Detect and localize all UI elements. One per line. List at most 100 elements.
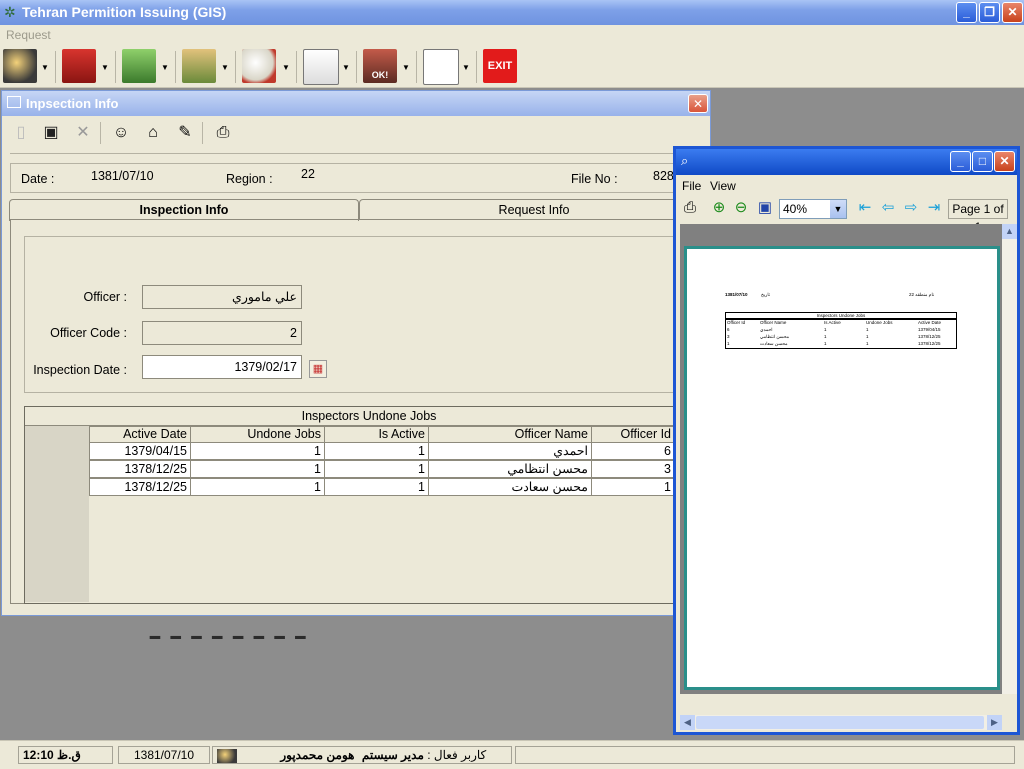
- new-file-icon[interactable]: ▯: [10, 122, 32, 144]
- officer-label: Officer :: [83, 290, 127, 304]
- table-cell[interactable]: احمدي: [428, 442, 592, 460]
- chevron-down-icon[interactable]: ▼: [101, 63, 109, 72]
- restore-button[interactable]: ❐: [979, 2, 1000, 23]
- close-button[interactable]: ✕: [1002, 2, 1023, 23]
- report-header-officer-id: Officer Id: [727, 320, 746, 325]
- report-region-caption: نام منطقه 22: [909, 292, 935, 297]
- building-icon[interactable]: [182, 49, 216, 83]
- preview-vertical-scrollbar[interactable]: ▲: [1002, 224, 1017, 694]
- delete-icon[interactable]: ✕: [72, 122, 94, 144]
- inspection-date-field[interactable]: 1379/02/17: [142, 355, 302, 379]
- zoom-out-icon[interactable]: ⊖: [732, 199, 750, 217]
- report-cell: 1379/04/15: [918, 327, 941, 332]
- map-icon[interactable]: [122, 49, 156, 83]
- date-picker-icon[interactable]: ▦: [309, 360, 327, 378]
- status-date: 1381/07/10: [118, 746, 210, 764]
- column-header-active-date[interactable]: Active Date: [89, 426, 191, 443]
- chevron-down-icon[interactable]: ▼: [462, 63, 470, 72]
- magnifier-icon[interactable]: [242, 49, 276, 83]
- report-cell: 1: [866, 334, 869, 339]
- user-key-icon[interactable]: [3, 49, 37, 83]
- scroll-thumb[interactable]: [696, 716, 984, 729]
- preview-close-button[interactable]: ✕: [994, 151, 1015, 172]
- fit-page-icon[interactable]: ▣: [756, 199, 774, 217]
- menu-item-view[interactable]: View: [710, 179, 736, 193]
- table-cell[interactable]: 1378/12/25: [89, 460, 191, 478]
- next-page-icon[interactable]: ⇨: [902, 199, 920, 217]
- chevron-down-icon[interactable]: ▼: [221, 63, 229, 72]
- officer-field[interactable]: علي ماموري: [142, 285, 302, 309]
- exit-button[interactable]: EXIT: [483, 49, 517, 83]
- region-label: Region :: [226, 172, 273, 186]
- inspection-close-button[interactable]: ✕: [688, 94, 708, 113]
- calendar-icon[interactable]: [423, 49, 459, 85]
- inspector-icon[interactable]: ☺: [110, 122, 132, 144]
- tab-inspection-info[interactable]: Inspection Info: [9, 199, 359, 221]
- table-cell[interactable]: 1378/12/25: [89, 478, 191, 496]
- first-page-icon[interactable]: ⇤: [856, 199, 874, 217]
- toolbar-divider: [100, 122, 101, 144]
- window-icon: [7, 96, 21, 108]
- zoom-in-icon[interactable]: ⊕: [710, 199, 728, 217]
- app-icon: ✲: [4, 4, 16, 20]
- report-date: 1381/07/10: [725, 292, 748, 297]
- toolbar-divider: [175, 51, 176, 83]
- menu-item-request[interactable]: Request: [6, 28, 51, 42]
- chevron-down-icon[interactable]: ▼: [282, 63, 290, 72]
- column-header-officer-name[interactable]: Officer Name: [428, 426, 592, 443]
- ok-stamp-label: OK!: [371, 70, 389, 80]
- attach-icon[interactable]: ✎: [174, 122, 196, 144]
- chevron-down-icon[interactable]: ▼: [342, 63, 350, 72]
- previous-page-icon[interactable]: ⇦: [879, 199, 897, 217]
- table-cell[interactable]: محسن سعادت: [428, 478, 592, 496]
- open-folder-icon[interactable]: ⌂: [142, 122, 164, 144]
- scroll-right-icon[interactable]: ▶: [987, 715, 1002, 730]
- last-page-icon[interactable]: ⇥: [925, 199, 943, 217]
- column-header-undone-jobs[interactable]: Undone Jobs: [190, 426, 325, 443]
- chevron-down-icon[interactable]: ▼: [402, 63, 410, 72]
- status-time: ق.ظ 12:10: [18, 746, 113, 764]
- inspection-window-title: Inpsection Info: [26, 96, 119, 111]
- preview-maximize-button[interactable]: □: [972, 151, 993, 172]
- print-icon[interactable]: ⎙: [681, 199, 699, 217]
- tab-request-info[interactable]: Request Info: [359, 199, 709, 220]
- table-cell[interactable]: 1: [190, 442, 325, 460]
- column-header-is-active[interactable]: Is Active: [324, 426, 429, 443]
- user-avatar-icon: [217, 748, 237, 763]
- app-title-bar: ✲ Tehran Permition Issuing (GIS) _ ❐ ✕: [0, 0, 1024, 25]
- chevron-down-icon[interactable]: ▼: [161, 63, 169, 72]
- table-cell[interactable]: 1379/04/15: [89, 442, 191, 460]
- print-icon[interactable]: ⎙: [212, 122, 234, 144]
- report-cell: محسن انتظامي: [760, 334, 790, 339]
- report-cell: 1: [866, 341, 869, 346]
- file-no-label: File No :: [571, 172, 618, 186]
- scroll-left-icon[interactable]: ◀: [680, 715, 695, 730]
- table-cell[interactable]: محسن انتظامي: [428, 460, 592, 478]
- column-header-officer-id[interactable]: Officer Id: [591, 426, 675, 443]
- chevron-down-icon[interactable]: ▼: [41, 63, 49, 72]
- table-cell[interactable]: 3: [591, 460, 675, 478]
- menu-item-file[interactable]: File: [682, 179, 701, 193]
- date-value: 1381/07/10: [91, 169, 154, 183]
- table-cell[interactable]: 1: [190, 460, 325, 478]
- toolbar-divider: [476, 51, 477, 83]
- table-cell[interactable]: 6: [591, 442, 675, 460]
- save-icon[interactable]: ▣: [40, 122, 62, 144]
- officer-code-label: Officer Code :: [50, 326, 127, 340]
- scroll-up-icon[interactable]: ▲: [1002, 224, 1017, 239]
- book-icon[interactable]: [62, 49, 96, 83]
- document-icon[interactable]: [303, 49, 339, 85]
- table-cell[interactable]: 1: [591, 478, 675, 496]
- preview-minimize-button[interactable]: _: [950, 151, 971, 172]
- ok-stamp-icon[interactable]: OK!: [363, 49, 397, 83]
- table-cell[interactable]: 1: [324, 442, 429, 460]
- report-cell: 1: [824, 334, 827, 339]
- minimize-button[interactable]: _: [956, 2, 977, 23]
- chevron-down-icon[interactable]: ▼: [830, 200, 846, 218]
- status-bar: ق.ظ 12:10 1381/07/10 كاربر فعال : مدير س…: [0, 740, 1024, 769]
- table-cell[interactable]: 1: [190, 478, 325, 496]
- officer-code-field[interactable]: 2: [142, 321, 302, 345]
- table-cell[interactable]: 1: [324, 460, 429, 478]
- preview-horizontal-scrollbar[interactable]: ◀ ▶: [680, 715, 1002, 730]
- table-cell[interactable]: 1: [324, 478, 429, 496]
